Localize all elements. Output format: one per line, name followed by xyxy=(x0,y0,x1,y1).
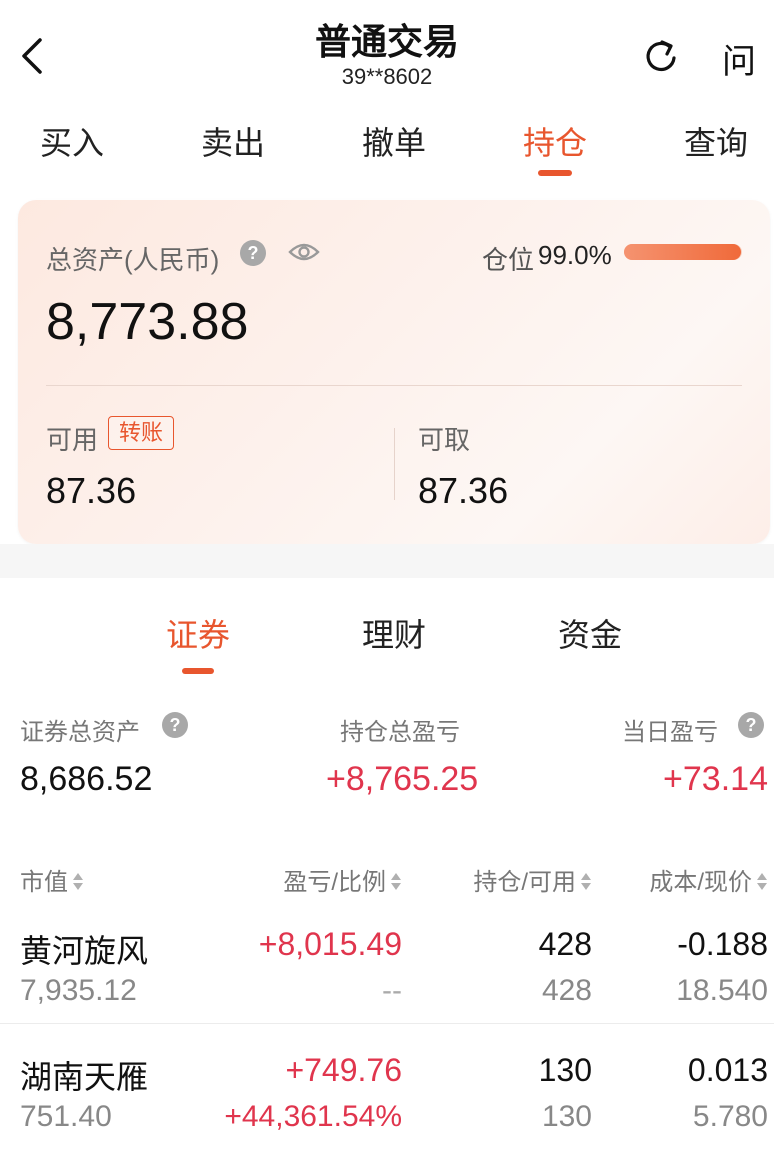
active-subtab-indicator xyxy=(182,668,214,674)
table-row[interactable]: 湖南天雁 751.40 +749.76 +44,361.54% 130 130 … xyxy=(0,1052,774,1176)
table-row[interactable]: 黄河旋风 7,935.12 +8,015.49 -- 428 428 -0.18… xyxy=(0,926,774,1050)
section-gap xyxy=(0,544,774,578)
position-bar-fill xyxy=(624,244,741,260)
subtab-securities[interactable]: 证券 xyxy=(138,610,258,656)
stock-name: 黄河旋风 xyxy=(20,933,149,969)
column-market-value[interactable]: 市值 xyxy=(20,862,84,897)
transfer-button[interactable]: 转账 xyxy=(108,416,175,450)
row-divider xyxy=(0,1023,774,1024)
eye-icon[interactable] xyxy=(288,238,320,266)
divider xyxy=(46,385,742,386)
column-cost-price[interactable]: 成本/现价 xyxy=(649,862,768,897)
cost-price: 0.013 xyxy=(687,1052,768,1088)
tab-cancel[interactable]: 撤单 xyxy=(334,118,454,164)
tab-positions[interactable]: 持仓 xyxy=(495,118,615,164)
current-price: 5.780 xyxy=(692,1100,768,1133)
active-tab-indicator xyxy=(538,170,572,176)
position-value: 99.0% xyxy=(538,240,612,270)
trade-tabs: 买入 卖出 撤单 持仓 查询 xyxy=(0,118,774,178)
question-icon[interactable]: ? xyxy=(240,240,266,266)
subtab-funds[interactable]: 资金 xyxy=(530,610,650,656)
position-bar xyxy=(624,244,742,260)
profit-loss: +8,015.49 xyxy=(258,926,402,962)
tab-sell[interactable]: 卖出 xyxy=(173,118,293,164)
tab-query[interactable]: 查询 xyxy=(656,118,774,164)
current-price: 18.540 xyxy=(676,974,768,1007)
asset-card: 总资产(人民币) ? 仓位 99.0% 8,773.88 可用 转账 87.36… xyxy=(18,200,770,544)
holding-pl-value: +8,765.25 xyxy=(326,760,479,798)
daily-pl-value: +73.14 xyxy=(663,760,768,798)
question-icon[interactable]: ? xyxy=(738,712,764,738)
holding-quantity: 428 xyxy=(538,926,592,962)
tab-buy[interactable]: 买入 xyxy=(12,118,132,164)
securities-total-value: 8,686.52 xyxy=(20,760,153,798)
daily-pl-label: 当日盈亏 xyxy=(622,719,718,746)
withdrawable-value: 87.36 xyxy=(418,470,509,511)
sort-icon xyxy=(72,871,84,893)
column-label: 盈亏/比例 xyxy=(283,869,386,896)
question-icon[interactable]: ? xyxy=(162,712,188,738)
column-label: 成本/现价 xyxy=(649,869,752,896)
subtab-wealth[interactable]: 理财 xyxy=(334,610,454,656)
total-assets-value: 8,773.88 xyxy=(46,293,249,351)
column-label: 持仓/可用 xyxy=(473,869,576,896)
profit-loss-ratio: +44,361.54% xyxy=(224,1100,402,1133)
market-value: 751.40 xyxy=(20,1100,112,1133)
sort-icon xyxy=(390,871,402,893)
column-label: 市值 xyxy=(20,869,68,896)
available-value: 87.36 xyxy=(46,470,137,511)
help-button[interactable]: 问 xyxy=(722,34,756,83)
header: 普通交易 39**8602 问 xyxy=(0,0,774,100)
stock-name: 湖南天雁 xyxy=(20,1059,149,1095)
column-pl-ratio[interactable]: 盈亏/比例 xyxy=(283,862,402,897)
available-quantity: 428 xyxy=(541,974,592,1007)
available-quantity: 130 xyxy=(541,1100,592,1133)
holding-pl-label: 持仓总盈亏 xyxy=(340,719,460,746)
holding-quantity: 130 xyxy=(538,1052,592,1088)
position-label: 仓位 xyxy=(482,245,535,275)
refresh-icon[interactable] xyxy=(640,36,682,78)
available-label: 可用 xyxy=(46,425,99,455)
vertical-divider xyxy=(394,428,395,500)
market-value: 7,935.12 xyxy=(20,974,137,1007)
profit-loss-ratio: -- xyxy=(382,974,402,1007)
securities-total-label: 证券总资产 xyxy=(20,719,140,746)
column-holding-available[interactable]: 持仓/可用 xyxy=(473,862,592,897)
cost-price: -0.188 xyxy=(677,926,768,962)
profit-loss: +749.76 xyxy=(285,1052,402,1088)
sort-icon xyxy=(756,871,768,893)
withdrawable-label: 可取 xyxy=(418,425,471,455)
total-assets-label: 总资产(人民币) xyxy=(46,245,220,275)
sort-icon xyxy=(580,871,592,893)
